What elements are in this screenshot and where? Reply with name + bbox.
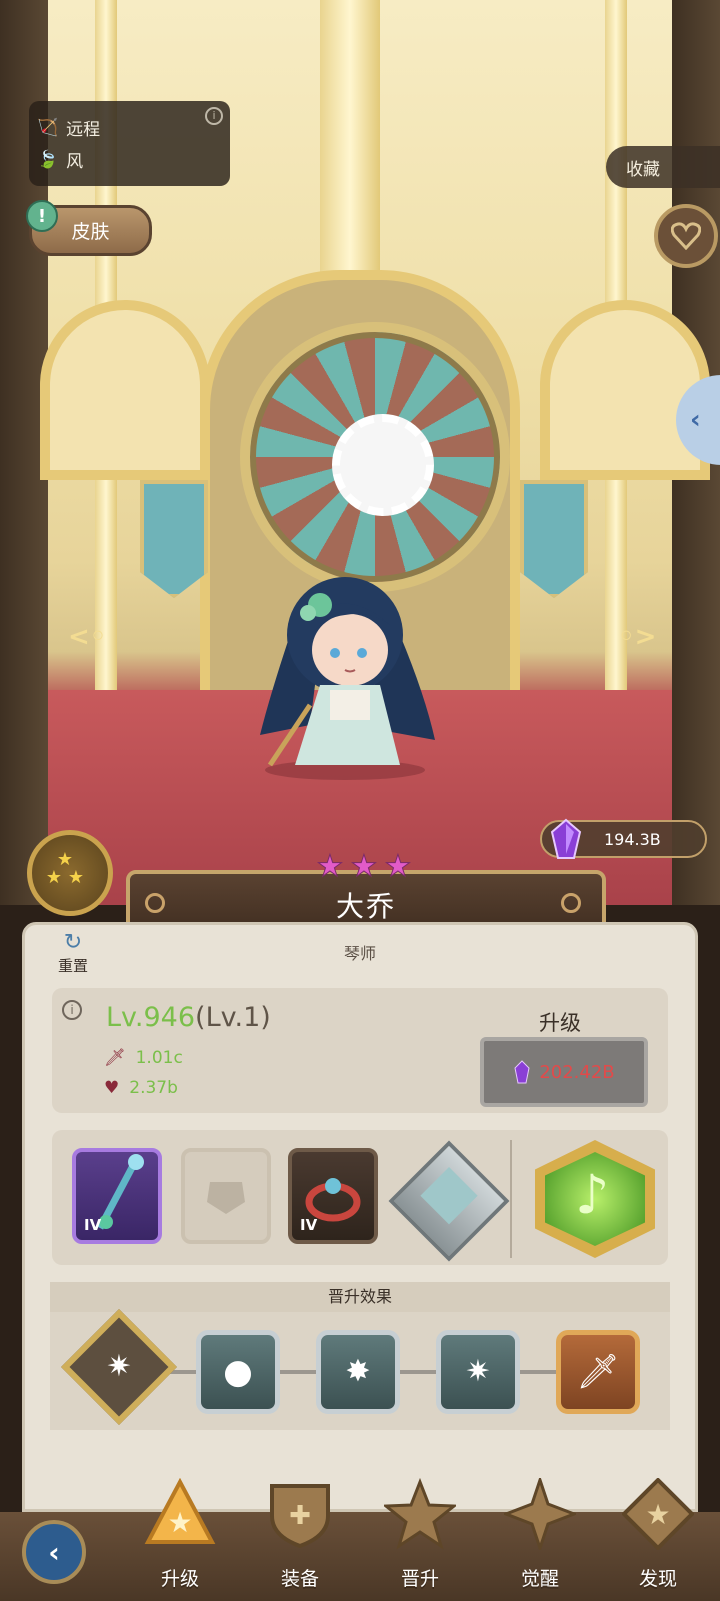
svg-text:★: ★ (317, 849, 344, 884)
banner-right (520, 480, 588, 598)
banner-left (140, 480, 208, 598)
hero-role: 琴师 (343, 944, 376, 963)
heart-icon (671, 222, 701, 250)
next-hero-arrow[interactable]: ◦> (618, 622, 656, 652)
level-main: Lv.946 (106, 1002, 196, 1033)
burst-icon (501, 1475, 579, 1553)
info-icon[interactable]: i (205, 107, 223, 125)
person-icon: ● (223, 1352, 253, 1392)
tab-label: 发现 (638, 1568, 677, 1590)
tab-awaken[interactable]: 觉醒 (492, 1475, 588, 1590)
tab-label: 觉醒 (520, 1568, 559, 1590)
svg-text:★: ★ (46, 867, 62, 888)
chevron-left-icon: ‹ (690, 405, 701, 435)
divider (510, 1140, 512, 1258)
tab-discover[interactable]: ★ 发现 (610, 1477, 706, 1590)
attack-type-label: 远程 (66, 120, 101, 140)
star-icon (381, 1477, 459, 1550)
back-button[interactable]: ‹ (22, 1520, 86, 1584)
svg-text:★: ★ (351, 849, 378, 884)
tier-label: IV (84, 1216, 102, 1234)
tab-label: 装备 (280, 1568, 319, 1590)
favorite-button[interactable]: 收藏 (606, 146, 720, 188)
info-icon[interactable]: i (62, 1000, 82, 1020)
svg-text:★: ★ (645, 1498, 670, 1531)
svg-text:★: ★ (385, 849, 412, 884)
upgrade-tab-icon: ★ (144, 1477, 216, 1544)
promotion-node-2[interactable]: ● (196, 1330, 280, 1414)
gear-icon (561, 893, 581, 913)
heart-icon: ♥ (104, 1078, 120, 1098)
crystal-icon (514, 1060, 530, 1084)
equip-slot-ring[interactable]: IV (288, 1148, 378, 1244)
hero-name: 大乔 (335, 890, 396, 923)
svg-text:★: ★ (68, 867, 84, 888)
burst-icon: ✸ (345, 1354, 371, 1389)
upgrade-cost: 202.42B (539, 1061, 615, 1083)
tab-equipment[interactable]: ✚ 装备 (252, 1478, 348, 1590)
star-rank-badge: ★ ★ ★ (27, 830, 113, 916)
hero-sprite[interactable] (250, 565, 440, 785)
chevron-left-icon: ‹ (48, 1535, 60, 1569)
emblem-icon (420, 1167, 478, 1225)
svg-text:✚: ✚ (289, 1501, 311, 1531)
tab-promote[interactable]: 晋升 (372, 1477, 468, 1590)
promotion-node-4[interactable]: ✷ (436, 1330, 520, 1414)
gear-emblem (332, 414, 434, 516)
level-base: (Lv.1) (195, 1002, 271, 1033)
hp-stat: ♥ 2.37b (104, 1078, 178, 1098)
favorite-label: 收藏 (626, 159, 660, 180)
promotion-node-3[interactable]: ✸ (316, 1330, 400, 1414)
crystal-amount: 194.3B (604, 829, 661, 849)
tab-label: 晋升 (400, 1568, 439, 1590)
three-stars-icon: ★ ★ ★ (46, 849, 84, 888)
prev-hero-arrow[interactable]: <◦ (68, 622, 106, 652)
equip-slot-empty[interactable] (181, 1148, 271, 1244)
empty-armor-icon (207, 1182, 245, 1214)
promotion-node-5[interactable]: 🗡 (556, 1330, 640, 1414)
skin-button-label: 皮肤 (71, 221, 110, 243)
wind-icon: 🍃 (37, 149, 59, 170)
alert-icon: ! (26, 200, 58, 232)
svg-text:★: ★ (167, 1506, 192, 1539)
gear-icon (145, 893, 165, 913)
ranged-icon: 🏹 (37, 117, 59, 138)
flame-icon: ✷ (106, 1349, 132, 1384)
sword-icon: 🗡 (576, 1352, 620, 1392)
tab-upgrade[interactable]: ★ 升级 (132, 1477, 228, 1590)
tab-label: 升级 (160, 1568, 199, 1590)
crystal-icon (550, 818, 582, 859)
heart-button[interactable] (654, 204, 718, 268)
flame-icon: ✷ (465, 1354, 491, 1389)
promotion-header: 晋升效果 (50, 1282, 670, 1312)
rarity-stars: ★ ★ ★ (316, 849, 412, 885)
sword-icon: 🗡 (104, 1048, 126, 1068)
upgrade-title: 升级 (539, 1011, 581, 1035)
arch-right (540, 300, 710, 480)
shield-icon: ✚ (270, 1484, 330, 1549)
arch-left (40, 300, 210, 480)
hp-value: 2.37b (129, 1078, 178, 1098)
hero-traits-panel: 🏹 远程 🍃 风 i (29, 101, 230, 186)
tier-label: IV (300, 1216, 318, 1234)
upgrade-button[interactable]: 202.42B (480, 1037, 648, 1107)
level-display: Lv.946(Lv.1) (106, 1002, 271, 1033)
attack-stat: 🗡 1.01c (104, 1048, 183, 1068)
attack-value: 1.01c (135, 1048, 183, 1068)
equip-slot-weapon[interactable]: IV (72, 1148, 162, 1244)
star-diamond-icon: ★ (621, 1477, 695, 1551)
element-label: 风 (66, 152, 84, 172)
